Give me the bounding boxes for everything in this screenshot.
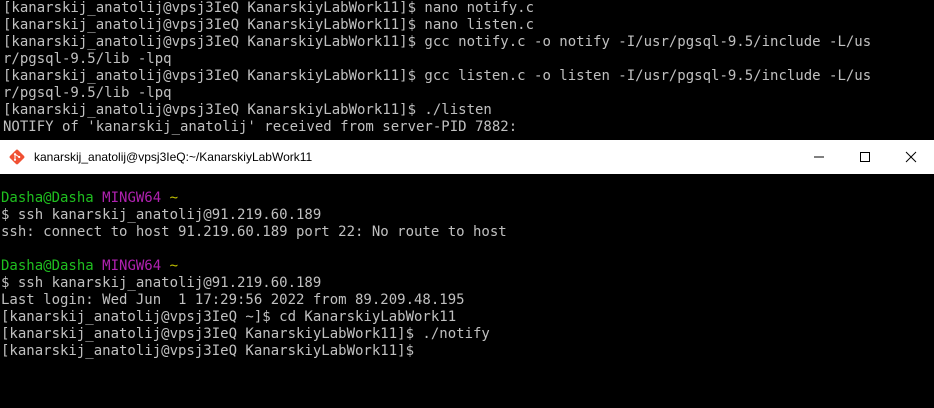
minimize-button[interactable]: [796, 140, 842, 174]
window-titlebar[interactable]: kanarskij_anatolij@vpsj3IeQ:~/KanarskiyL…: [0, 140, 934, 174]
terminal-line: [kanarskij_anatolij@vpsj3IeQ KanarskiyLa…: [1, 326, 490, 342]
terminal-line: NOTIFY of 'kanarskij_anatolij' received …: [3, 119, 518, 135]
terminal-line: [kanarskij_anatolij@vpsj3IeQ KanarskiyLa…: [3, 0, 535, 16]
terminal-line: [kanarskij_anatolij@vpsj3IeQ ~]$ cd Kana…: [1, 309, 457, 325]
terminal-line: Last login: Wed Jun 1 17:29:56 2022 from…: [1, 292, 465, 308]
terminal-line: [kanarskij_anatolij@vpsj3IeQ KanarskiyLa…: [3, 34, 872, 50]
top-terminal-window[interactable]: [kanarskij_anatolij@vpsj3IeQ KanarskiyLa…: [0, 0, 934, 140]
terminal-line: r/pgsql-9.5/lib -lpq: [3, 51, 172, 67]
close-button[interactable]: [888, 140, 934, 174]
terminal-line: ssh: connect to host 91.219.60.189 port …: [1, 224, 507, 240]
terminal-line: [kanarskij_anatolij@vpsj3IeQ KanarskiyLa…: [3, 68, 872, 84]
terminal-line: $ ssh kanarskij_anatolij@91.219.60.189: [1, 275, 322, 291]
prompt-env: MINGW64: [102, 190, 162, 206]
prompt-env: MINGW64: [102, 258, 162, 274]
window-title: kanarskij_anatolij@vpsj3IeQ:~/KanarskiyL…: [34, 150, 313, 164]
prompt-path: ~: [169, 190, 179, 206]
maximize-icon: [860, 152, 870, 162]
git-icon[interactable]: [8, 148, 26, 166]
bottom-terminal-output: Dasha@Dasha MINGW64 ~ $ ssh kanarskij_an…: [0, 174, 934, 360]
top-terminal-output: [kanarskij_anatolij@vpsj3IeQ KanarskiyLa…: [0, 0, 934, 136]
window-controls: [796, 140, 934, 174]
bottom-terminal-window[interactable]: Dasha@Dasha MINGW64 ~ $ ssh kanarskij_an…: [0, 174, 934, 408]
minimize-icon: [814, 156, 824, 158]
prompt-path: ~: [169, 258, 179, 274]
maximize-button[interactable]: [842, 140, 888, 174]
prompt-line: Dasha@Dasha MINGW64 ~: [1, 190, 934, 207]
close-icon: [905, 151, 917, 163]
prompt-user: Dasha@Dasha: [1, 258, 94, 274]
terminal-input-line[interactable]: [kanarskij_anatolij@vpsj3IeQ KanarskiyLa…: [1, 343, 934, 360]
prompt-user: Dasha@Dasha: [1, 190, 94, 206]
terminal-line: [kanarskij_anatolij@vpsj3IeQ KanarskiyLa…: [3, 102, 492, 118]
terminal-line: r/pgsql-9.5/lib -lpq: [3, 85, 172, 101]
terminal-line: $ ssh kanarskij_anatolij@91.219.60.189: [1, 207, 322, 223]
terminal-line: [kanarskij_anatolij@vpsj3IeQ KanarskiyLa…: [3, 17, 535, 33]
prompt-line: Dasha@Dasha MINGW64 ~: [1, 258, 934, 275]
